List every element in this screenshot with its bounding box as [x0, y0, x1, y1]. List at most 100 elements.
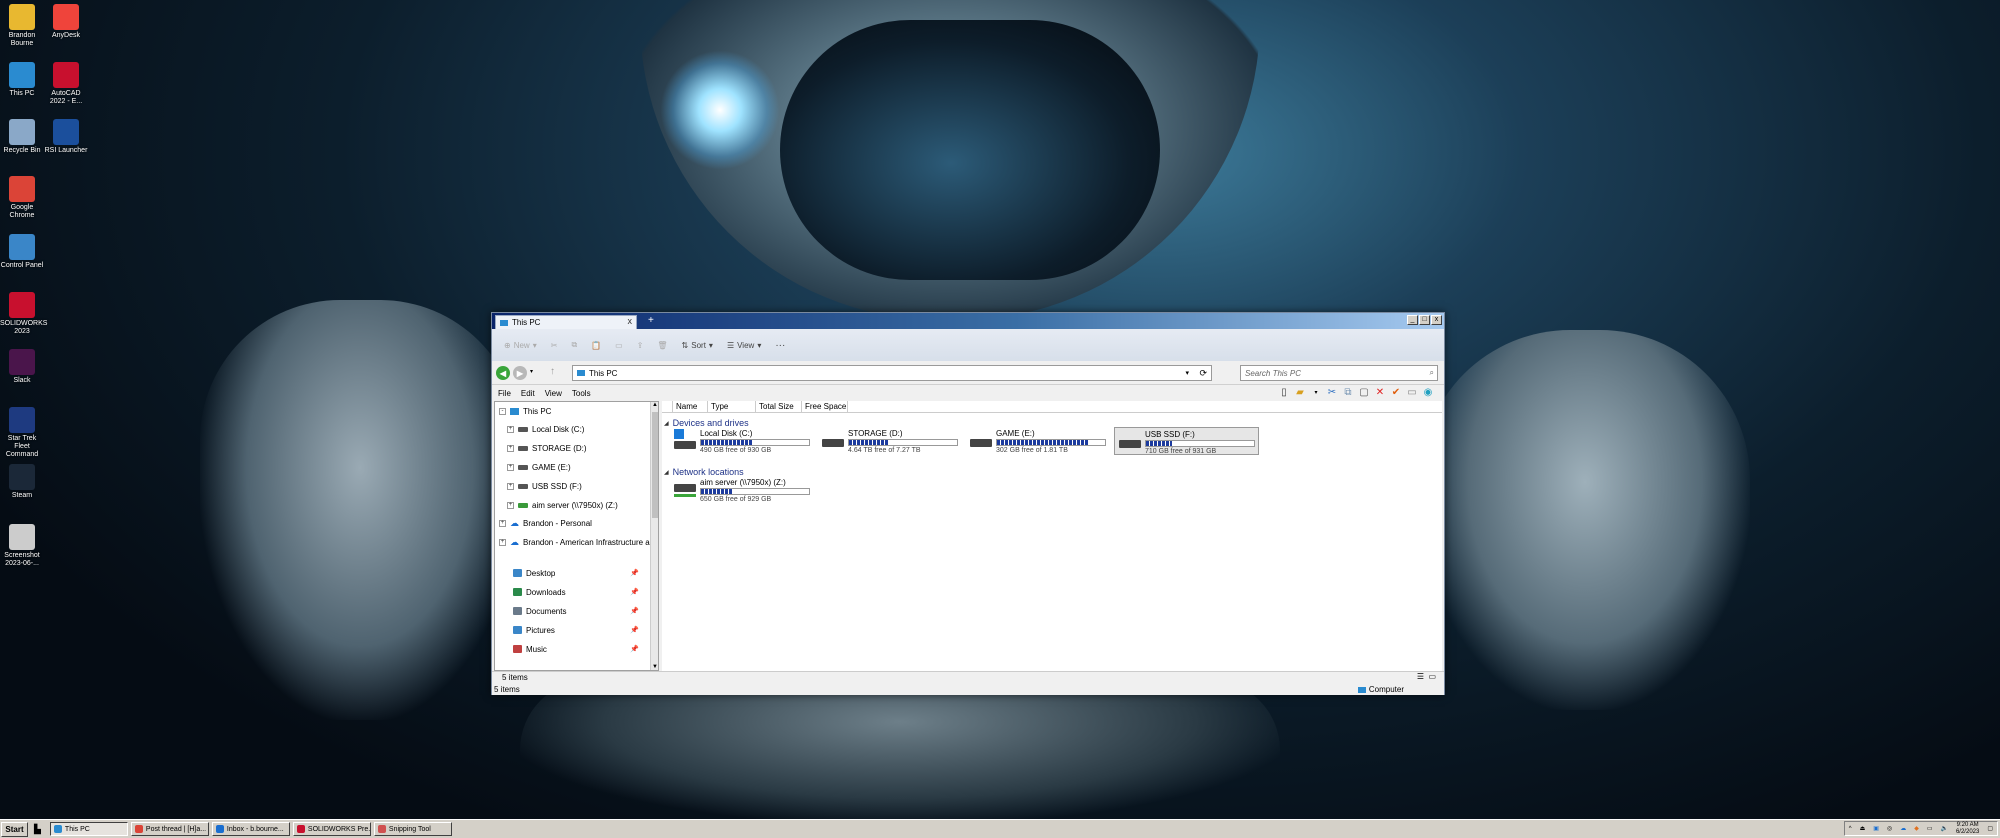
expand-icon[interactable]: +: [507, 425, 514, 433]
display-icon[interactable]: ▭: [1927, 825, 1933, 832]
scroll-down-icon[interactable]: ▼: [652, 664, 658, 670]
tree-cloud-brandon-personal[interactable]: + ☁ Brandon - Personal: [499, 516, 592, 530]
details-view-icon[interactable]: ☰: [1417, 672, 1424, 681]
paste-icon[interactable]: ▢: [1358, 387, 1370, 399]
desktop-icon-google-chrome[interactable]: Google Chrome: [0, 176, 44, 220]
drive-icon[interactable]: ▭: [1406, 387, 1418, 399]
column-name[interactable]: Name: [672, 401, 708, 413]
tree-scrollbar[interactable]: ▲ ▼: [650, 402, 658, 670]
network-globe-icon[interactable]: ◉: [1422, 387, 1434, 399]
up-arrow-icon[interactable]: ↑: [550, 366, 555, 377]
taskbar-button-solidworks-pre[interactable]: SOLIDWORKS Pre...: [292, 822, 371, 836]
cut-icon[interactable]: ✂: [1326, 387, 1338, 399]
column-total-size[interactable]: Total Size: [756, 401, 802, 413]
tree-drive-usb-ssd-f[interactable]: + USB SSD (F:): [507, 479, 582, 493]
collapse-icon[interactable]: -: [499, 407, 506, 415]
copy-icon[interactable]: ⧉: [571, 340, 577, 350]
search-input[interactable]: Search This PC ⌕: [1240, 365, 1438, 381]
start-button[interactable]: Start: [1, 821, 28, 837]
drive-tile-aim-server-7950x-z[interactable]: aim server (\\7950x) (Z:) 650 GB free of …: [670, 476, 815, 504]
taskbar-button-this-pc[interactable]: This PC: [49, 822, 128, 836]
scrollbar-thumb[interactable]: [652, 412, 658, 518]
expand-icon[interactable]: +: [507, 444, 514, 452]
title-bar[interactable]: This PC x + _ □ x: [492, 313, 1444, 329]
new-tab-button[interactable]: +: [648, 315, 654, 326]
quick-access-desktop[interactable]: Desktop 📌: [513, 566, 643, 580]
pin-icon[interactable]: 📌: [630, 588, 639, 596]
tree-drive-aim-server-7950x-z[interactable]: + aim server (\\7950x) (Z:): [507, 498, 618, 512]
refresh-icon[interactable]: ⟳: [1199, 368, 1207, 379]
minimize-button[interactable]: _: [1407, 315, 1418, 325]
maximize-button[interactable]: □: [1419, 315, 1430, 325]
desktop-icon-steam[interactable]: Steam: [0, 464, 44, 500]
steam-tray-icon[interactable]: ◎: [1887, 825, 1892, 832]
cloud-icon[interactable]: ☁: [1900, 825, 1906, 832]
clock[interactable]: 9:20 AM 6/2/2023: [1956, 822, 1979, 836]
desktop-icon-this-pc[interactable]: This PC: [0, 62, 44, 98]
cut-icon[interactable]: ✂: [551, 341, 558, 350]
properties-check-icon[interactable]: ✔: [1390, 387, 1402, 399]
taskbar-button-snipping-tool[interactable]: Snipping Tool: [373, 822, 452, 836]
dropdown-icon[interactable]: ▾: [1310, 387, 1322, 399]
rename-icon[interactable]: ▭: [615, 341, 623, 350]
tree-drive-local-disk-c[interactable]: + Local Disk (C:): [507, 422, 584, 436]
share-icon[interactable]: ⇪: [637, 341, 644, 350]
desktop-icon-recycle-bin[interactable]: Recycle Bin: [0, 119, 44, 155]
desktop-icon-star-trek-fleet-command[interactable]: Star Trek Fleet Command: [0, 407, 44, 459]
drive-tile-usb-ssd-f[interactable]: USB SSD (F:) 710 GB free of 931 GB: [1114, 427, 1259, 455]
expand-icon[interactable]: +: [499, 519, 506, 527]
address-bar[interactable]: This PC ▾ ⟳: [572, 365, 1212, 381]
expand-icon[interactable]: +: [507, 463, 514, 471]
preview-pane-icon[interactable]: ▯: [1278, 387, 1290, 399]
tab-this-pc[interactable]: This PC x: [495, 315, 637, 329]
quick-access-downloads[interactable]: Downloads 📌: [513, 585, 643, 599]
desktop-icon-solidworks-2023[interactable]: SOLIDWORKS 2023: [0, 292, 47, 336]
taskbar-button-inbox-b-bourne[interactable]: Inbox - b.bourne...: [211, 822, 290, 836]
menu-tools[interactable]: Tools: [572, 389, 591, 398]
quick-access-documents[interactable]: Documents 📌: [513, 604, 643, 618]
more-options-button[interactable]: ···: [775, 340, 785, 351]
tiles-view-icon[interactable]: ▭: [1428, 672, 1436, 681]
usb-icon[interactable]: ⏏: [1860, 825, 1866, 832]
security-icon[interactable]: ◆: [1914, 825, 1919, 832]
search-icon[interactable]: ⌕: [1430, 368, 1434, 378]
drive-tile-game-e[interactable]: GAME (E:) 302 GB free of 1.81 TB: [966, 427, 1111, 455]
column-type[interactable]: Type: [708, 401, 756, 413]
back-button[interactable]: ◀: [496, 366, 510, 380]
delete-icon[interactable]: 🗑: [657, 341, 667, 350]
drive-tile-storage-d[interactable]: STORAGE (D:) 4.64 TB free of 7.27 TB: [818, 427, 963, 455]
history-dropdown-icon[interactable]: ▾: [530, 368, 533, 375]
pin-icon[interactable]: 📌: [630, 607, 639, 615]
desktop-icon-slack[interactable]: Slack: [0, 349, 44, 385]
copy-icon[interactable]: ⧉: [1342, 387, 1354, 399]
folder-options-icon[interactable]: ▰: [1294, 387, 1306, 399]
desktop-icon-screenshot-2023-06[interactable]: Screenshot 2023-06-...: [0, 524, 44, 568]
new-button[interactable]: ⊕ New ▾: [504, 341, 537, 350]
expand-icon[interactable]: +: [499, 538, 506, 546]
menu-edit[interactable]: Edit: [521, 389, 535, 398]
desktop-icon-autocad-2022-e[interactable]: AutoCAD 2022 - E...: [44, 62, 88, 106]
paste-icon[interactable]: 📋: [591, 341, 601, 350]
taskbar-button-post-thread-h-a[interactable]: Post thread | [H]a...: [130, 822, 209, 836]
desktop-icon-rsi-launcher[interactable]: RSI Launcher: [44, 119, 88, 155]
pin-icon[interactable]: 📌: [630, 645, 639, 653]
tree-this-pc[interactable]: - This PC: [499, 404, 551, 418]
tab-close-button[interactable]: x: [628, 316, 633, 326]
show-desktop-icon[interactable]: ▙: [34, 824, 41, 835]
close-button[interactable]: x: [1431, 315, 1442, 325]
scroll-up-icon[interactable]: ▲: [652, 402, 658, 408]
delete-icon[interactable]: ✕: [1374, 387, 1386, 399]
drive-tile-local-disk-c[interactable]: Local Disk (C:) 490 GB free of 930 GB: [670, 427, 815, 455]
tree-cloud-brandon-american-infrastructure-and-i[interactable]: + ☁ Brandon - American Infrastructure and …: [499, 535, 658, 549]
quick-access-pictures[interactable]: Pictures 📌: [513, 623, 643, 637]
expand-icon[interactable]: +: [507, 482, 514, 490]
desktop-icon-brandon-bourne[interactable]: Brandon Bourne: [0, 4, 44, 48]
speaker-icon[interactable]: 🔈: [1940, 825, 1947, 832]
column-free-space[interactable]: Free Space: [802, 401, 848, 413]
tree-drive-game-e[interactable]: + GAME (E:): [507, 460, 571, 474]
tray-expand-icon[interactable]: ^: [1849, 826, 1852, 832]
pin-icon[interactable]: 📌: [630, 569, 639, 577]
view-button[interactable]: ☰ View ▾: [727, 341, 761, 350]
menu-file[interactable]: File: [498, 389, 511, 398]
address-dropdown-icon[interactable]: ▾: [1185, 369, 1189, 377]
